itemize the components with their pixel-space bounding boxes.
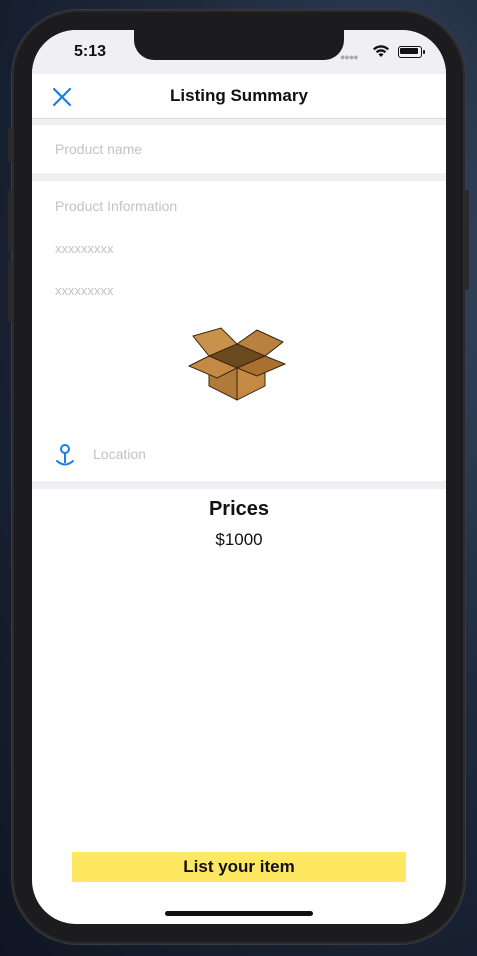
volume-down-button — [8, 260, 12, 322]
section-divider — [32, 481, 446, 489]
navigation-bar: Listing Summary — [32, 74, 446, 119]
status-time: 5:13 — [74, 43, 107, 60]
home-indicator[interactable] — [165, 911, 313, 916]
product-name-placeholder: Product name — [55, 141, 143, 157]
power-button — [465, 190, 469, 290]
signal-icon: ●●●● — [340, 52, 359, 62]
mute-switch — [8, 128, 12, 162]
location-field[interactable]: Location — [32, 443, 446, 475]
prices-title: Prices — [208, 498, 270, 520]
wifi-icon — [373, 45, 389, 57]
notch — [134, 30, 344, 60]
price-value: $1000 — [215, 530, 263, 549]
section-divider — [32, 173, 446, 181]
app-screen: 5:13 ●●●● Listing Summary Product name P… — [32, 30, 446, 924]
product-info-field[interactable]: Product Information — [55, 198, 177, 214]
status-bar: 5:13 ●●●● — [32, 30, 446, 74]
battery-icon — [398, 46, 425, 58]
location-placeholder: Location — [93, 446, 146, 462]
list-item-button-label: List your item — [183, 857, 295, 876]
info-line-1[interactable]: xxxxxxxxx — [55, 241, 114, 256]
map-pin-icon — [56, 444, 74, 466]
battery-fill — [400, 48, 418, 54]
product-name-field[interactable]: Product name — [32, 125, 446, 173]
page-title: Listing Summary — [170, 86, 308, 105]
product-info-section: Product Information xxxxxxxxx xxxxxxxxx … — [32, 181, 446, 481]
cardboard-box-image[interactable] — [187, 326, 287, 402]
list-item-button[interactable]: List your item — [72, 852, 406, 882]
info-line-2[interactable]: xxxxxxxxx — [55, 283, 114, 298]
volume-up-button — [8, 190, 12, 252]
